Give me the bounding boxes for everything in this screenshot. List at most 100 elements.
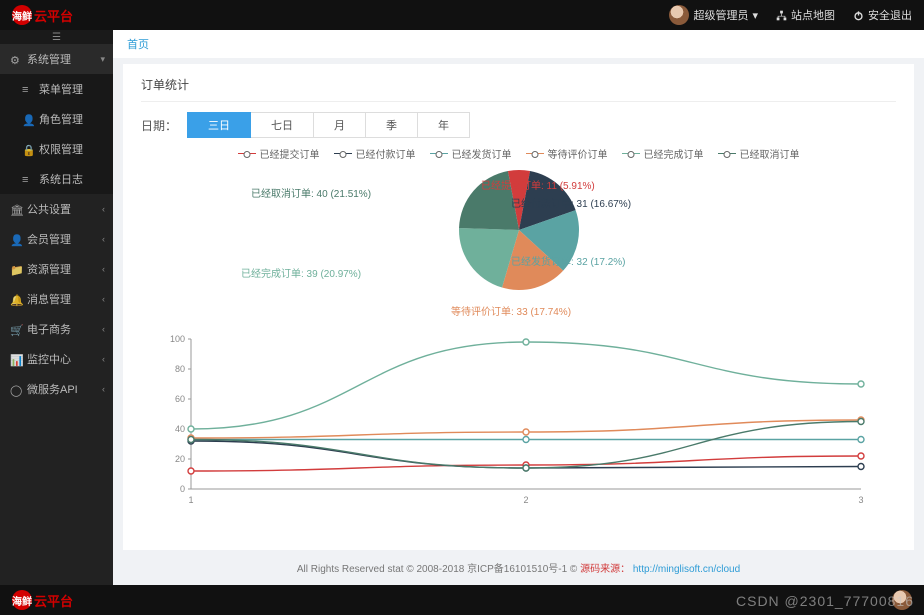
power-icon bbox=[853, 10, 864, 21]
panel-order-stats: 订单统计 日期： 三日七日月季年 已经提交订单已经付款订单已经发货订单等待评价订… bbox=[123, 64, 914, 550]
pie-chart: 已经提交订单: 11 (5.91%)已经付款订单: 31 (16.67%)已经发… bbox=[141, 165, 896, 325]
bottombar: 海鲜 云平台 bbox=[0, 585, 924, 615]
sidebar-item-label: 消息管理 bbox=[27, 291, 71, 307]
range-btn-0[interactable]: 三日 bbox=[187, 112, 251, 138]
legend-swatch bbox=[526, 153, 544, 154]
legend-item-2[interactable]: 已经发货订单 bbox=[430, 146, 512, 161]
folder-icon: 📁 bbox=[10, 264, 21, 275]
footer-link[interactable]: http://minglisoft.cn/cloud bbox=[633, 564, 740, 575]
sidebar-item-2[interactable]: 👤角色管理 bbox=[0, 104, 113, 134]
range-btn-4[interactable]: 年 bbox=[418, 112, 470, 138]
sidebar-item-1[interactable]: ≡菜单管理 bbox=[0, 74, 113, 104]
range-btn-2[interactable]: 月 bbox=[314, 112, 366, 138]
sidebar-item-label: 权限管理 bbox=[39, 141, 83, 157]
sidebar-item-label: 微服务API bbox=[27, 381, 78, 397]
line-point[interactable] bbox=[858, 381, 864, 387]
xtick: 3 bbox=[858, 495, 863, 505]
legend-label: 已经付款订单 bbox=[356, 146, 416, 161]
line-series-4[interactable] bbox=[191, 342, 861, 429]
breadcrumb[interactable]: 首页 bbox=[113, 30, 924, 58]
legend-item-5[interactable]: 已经取消订单 bbox=[718, 146, 800, 161]
panel-title: 订单统计 bbox=[141, 76, 896, 102]
legend-item-1[interactable]: 已经付款订单 bbox=[334, 146, 416, 161]
ytick: 0 bbox=[180, 484, 185, 494]
line-point[interactable] bbox=[188, 437, 194, 443]
sidebar-item-8[interactable]: 🔔 消息管理 ‹ bbox=[0, 284, 113, 314]
line-point[interactable] bbox=[858, 464, 864, 470]
legend-item-3[interactable]: 等待评价订单 bbox=[526, 146, 608, 161]
sidebar-item-4[interactable]: ≡ 系统日志 bbox=[0, 164, 113, 194]
logo-badge: 海鲜 bbox=[12, 5, 32, 25]
sidebar-item-label: 资源管理 bbox=[27, 261, 71, 277]
pie-label-2: 已经发货订单: 32 (17.2%) bbox=[511, 253, 625, 268]
pie-label-1: 已经付款订单: 31 (16.67%) bbox=[511, 195, 631, 210]
chevron-left-icon: ‹ bbox=[102, 264, 105, 274]
pie-label-5: 已经取消订单: 40 (21.51%) bbox=[251, 185, 371, 200]
legend-label: 已经提交订单 bbox=[260, 146, 320, 161]
user-label: 超级管理员 bbox=[693, 7, 748, 23]
sidebar-item-5[interactable]: 🏛公共设置‹ bbox=[0, 194, 113, 224]
chevron-left-icon: ‹ bbox=[102, 204, 105, 214]
pie-label-3: 等待评价订单: 33 (17.74%) bbox=[451, 303, 571, 318]
range-btn-3[interactable]: 季 bbox=[366, 112, 418, 138]
date-range-row: 日期： 三日七日月季年 bbox=[141, 112, 896, 138]
legend-swatch bbox=[334, 153, 352, 154]
legend-item-0[interactable]: 已经提交订单 bbox=[238, 146, 320, 161]
line-point[interactable] bbox=[858, 419, 864, 425]
chevron-left-icon: ‹ bbox=[102, 324, 105, 334]
logout-label: 安全退出 bbox=[868, 7, 912, 23]
user-icon: 👤 bbox=[10, 234, 21, 245]
sidebar-item-label: 电子商务 bbox=[27, 321, 71, 337]
user-icon: 👤 bbox=[22, 114, 33, 125]
sidebar-item-11[interactable]: ◯ 微服务API ‹ bbox=[0, 374, 113, 404]
avatar bbox=[669, 5, 689, 25]
ytick: 40 bbox=[175, 424, 185, 434]
avatar-bottom bbox=[892, 590, 912, 610]
line-point[interactable] bbox=[523, 465, 529, 471]
sidebar-item-0[interactable]: ⚙系统管理▾ bbox=[0, 44, 113, 74]
sidebar-item-9[interactable]: 🛒电子商务‹ bbox=[0, 314, 113, 344]
legend-item-4[interactable]: 已经完成订单 bbox=[622, 146, 704, 161]
logo-badge-bottom: 海鲜 bbox=[12, 590, 32, 610]
circle-icon: ◯ bbox=[10, 384, 21, 395]
ytick: 100 bbox=[170, 334, 185, 344]
sidebar: ☰ ⚙系统管理▾≡菜单管理👤角色管理 🔒 权限管理 ≡ 系统日志 🏛公共设置‹👤会员管理‹… bbox=[0, 30, 113, 585]
logo-text-bottom: 云平台 bbox=[34, 591, 73, 610]
chart-legend: 已经提交订单 已经付款订单已经发货订单等待评价订单 已经完成订单 已经取消订单 bbox=[141, 146, 896, 161]
chevron-left-icon: ‹ bbox=[102, 294, 105, 304]
chevron-left-icon: ‹ bbox=[102, 384, 105, 394]
line-point[interactable] bbox=[523, 429, 529, 435]
line-point[interactable] bbox=[858, 437, 864, 443]
legend-label: 已经完成订单 bbox=[644, 146, 704, 161]
line-chart: 020406080100123 bbox=[141, 329, 896, 509]
legend-label: 已经取消订单 bbox=[740, 146, 800, 161]
bank-icon: 🏛 bbox=[10, 204, 21, 215]
list-icon: ≡ bbox=[22, 174, 33, 185]
line-point[interactable] bbox=[188, 426, 194, 432]
line-point[interactable] bbox=[523, 339, 529, 345]
sidebar-item-label: 系统日志 bbox=[39, 171, 83, 187]
caret-down-icon: ▾ bbox=[752, 9, 758, 22]
logout-link[interactable]: 安全退出 bbox=[853, 7, 912, 23]
pie-label-4: 已经完成订单: 39 (20.97%) bbox=[241, 265, 361, 280]
ytick: 60 bbox=[175, 394, 185, 404]
sidebar-collapse[interactable]: ☰ bbox=[0, 30, 113, 44]
lock-icon: 🔒 bbox=[22, 144, 33, 155]
user-menu[interactable]: 超级管理员 ▾ bbox=[669, 5, 758, 25]
sitemap-link[interactable]: 站点地图 bbox=[776, 7, 835, 23]
line-point[interactable] bbox=[858, 453, 864, 459]
sidebar-item-7[interactable]: 📁 资源管理 ‹ bbox=[0, 254, 113, 284]
sidebar-item-10[interactable]: 📊监控中心‹ bbox=[0, 344, 113, 374]
bell-icon: 🔔 bbox=[10, 294, 21, 305]
footer: All Rights Reserved stat © 2008-2018 京IC… bbox=[113, 550, 924, 585]
legend-swatch bbox=[718, 153, 736, 154]
line-point[interactable] bbox=[188, 468, 194, 474]
sidebar-item-3[interactable]: 🔒 权限管理 bbox=[0, 134, 113, 164]
sidebar-item-6[interactable]: 👤会员管理‹ bbox=[0, 224, 113, 254]
line-svg: 020406080100123 bbox=[141, 329, 871, 509]
range-btn-1[interactable]: 七日 bbox=[251, 112, 314, 138]
line-point[interactable] bbox=[523, 437, 529, 443]
legend-swatch bbox=[238, 153, 256, 154]
user-menu-bottom[interactable] bbox=[892, 590, 912, 610]
main: 首页 订单统计 日期： 三日七日月季年 已经提交订单已经付款订单已经发货订单等待… bbox=[113, 30, 924, 585]
